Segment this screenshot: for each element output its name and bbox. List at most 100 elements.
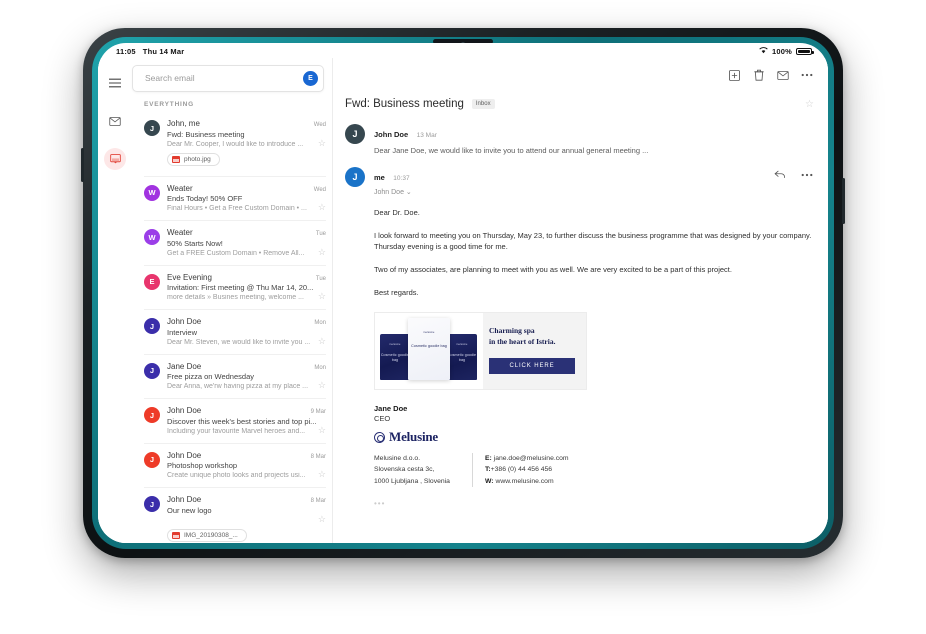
avatar: J xyxy=(144,407,160,423)
list-item-subject: Invitation: First meeting @ Thu Mar 14, … xyxy=(167,283,314,292)
status-time: 11:05 xyxy=(116,47,136,56)
list-item[interactable]: W Weater Wed Ends Today! 50% OFF Final Hours… xyxy=(138,179,332,219)
more-horizontal-icon xyxy=(801,73,812,77)
chevron-down-icon[interactable]: ⌄ xyxy=(406,189,412,196)
message-recipient[interactable]: John Doe ⌄ xyxy=(374,188,412,196)
avatar: E xyxy=(144,273,160,290)
section-label-everything: EVERYTHING xyxy=(144,101,195,108)
mark-unread-button[interactable] xyxy=(775,68,790,83)
pouch-brand-right: melusine xyxy=(456,343,468,347)
list-item-subject: Photoshop workshop xyxy=(167,461,238,470)
search-toolbar: E xyxy=(132,58,332,98)
message-more-button[interactable] xyxy=(799,167,814,182)
search-box[interactable]: E xyxy=(132,64,324,92)
avatar: J xyxy=(345,124,365,144)
signature-divider xyxy=(472,453,473,487)
rail-item-chat[interactable] xyxy=(104,148,126,170)
banner-cta-button[interactable]: CLICK HERE xyxy=(489,358,575,375)
mail-list-column: E EVERYTHING J John, me Wed Fwd: Business m… xyxy=(132,58,332,543)
message-body: Dear Dr. Doe. I look forward to meeting y… xyxy=(374,207,814,298)
list-item-preview xyxy=(167,523,315,524)
message-sender: John Doe xyxy=(374,130,409,139)
company-city: 1000 Ljubljana , Slovenia xyxy=(374,477,450,485)
tablet-device-frame: 11:05 Thu 14 Mar 100% Search email E EVE… xyxy=(81,28,845,558)
star-button[interactable]: ☆ xyxy=(318,470,326,479)
star-button[interactable]: ☆ xyxy=(318,514,326,524)
avatar: W xyxy=(144,229,160,245)
star-button[interactable]: ☆ xyxy=(318,336,326,346)
star-button[interactable]: ☆ xyxy=(318,138,326,148)
list-item[interactable]: E Eve Evening Tue Invitation: First meeting… xyxy=(138,268,332,308)
status-date: Thu 14 Mar xyxy=(142,47,185,56)
chat-bubble-icon xyxy=(109,154,121,164)
more-horizontal-icon xyxy=(801,173,812,176)
mail-list[interactable]: J John, me Wed Fwd: Business meeting Dear Mr… xyxy=(132,114,332,543)
star-button[interactable]: ☆ xyxy=(318,247,326,257)
reader-toolbar xyxy=(333,58,828,92)
list-item-date: Wed xyxy=(313,122,326,128)
star-thread-button[interactable]: ☆ xyxy=(805,99,814,110)
list-divider xyxy=(144,487,326,488)
list-divider xyxy=(144,264,326,266)
archive-button[interactable] xyxy=(727,68,742,83)
avatar: J xyxy=(144,496,160,512)
hamburger-menu-icon xyxy=(109,78,121,88)
message-preview: Dear Jane Doe, we would like to invite y… xyxy=(374,146,649,155)
pouch-label-center: Cosmetic goodie bag xyxy=(411,344,447,349)
envelope-icon xyxy=(109,116,121,126)
list-item-subject: Fwd: Business meeting xyxy=(167,129,245,139)
more-options-button[interactable] xyxy=(799,68,814,83)
reading-pane: Fwd: Business meeting Inbox ☆ J John Doe xyxy=(332,58,828,543)
signature-web[interactable]: www.melusine.com xyxy=(495,478,553,485)
list-item[interactable]: J Jane Doe Mon Free pizza on Wednesday Dear … xyxy=(138,357,332,397)
promo-banner[interactable]: melusine Cosmetic goodie bag melusine Co… xyxy=(374,312,587,391)
list-item[interactable]: J John, me Wed Fwd: Business meeting Dear Mr… xyxy=(138,114,332,174)
list-item-subject: Discover this week's best stories and to… xyxy=(167,416,317,426)
signature-email[interactable]: jane.doe@melusine.com xyxy=(494,455,569,462)
envelope-icon xyxy=(776,70,789,80)
show-trimmed-content-button[interactable]: ••• xyxy=(374,499,814,508)
list-item[interactable]: J John Doe 8 Mar Our new logo ☆ IMG_20190308_… xyxy=(138,490,332,543)
list-item-preview: Get a FREE Custom Domain • Remove All... xyxy=(167,249,305,257)
list-item-subject: Our new logo xyxy=(167,505,212,515)
list-item-subject: 50% Starts Now! xyxy=(167,238,223,248)
list-item-preview: more details » Busines meeting, welcome … xyxy=(167,294,304,301)
page-title: Fwd: Business meeting xyxy=(345,98,464,110)
attachment-name: photo.jpg xyxy=(184,155,211,163)
power-button[interactable] xyxy=(842,178,845,224)
list-item[interactable]: J John Doe Mon Interview Dear Mr. Steven, we… xyxy=(138,312,332,352)
list-item-preview: Dear Mr. Steven, we would like to invite… xyxy=(167,338,311,346)
hamburger-menu-button[interactable] xyxy=(104,72,126,94)
message-paragraph: Best regards. xyxy=(374,287,419,297)
list-item[interactable]: W Weater Tue 50% Starts Now! Get a FREE Cust… xyxy=(138,223,332,263)
star-button[interactable]: ☆ xyxy=(318,292,326,301)
star-button[interactable]: ☆ xyxy=(318,381,326,390)
attachment-chip[interactable]: photo.jpg xyxy=(167,152,220,166)
banner-copy: Charming spa in the heart of Istria. CLI… xyxy=(483,313,586,389)
list-item-sender: John Doe xyxy=(167,495,202,504)
melusine-logo-icon xyxy=(374,431,385,443)
pouch-label-left: Cosmetic goodie bag xyxy=(380,353,410,363)
reply-button[interactable] xyxy=(772,167,787,182)
user-avatar[interactable]: E xyxy=(303,70,318,86)
list-item-date: Tue xyxy=(315,275,326,282)
product-pouch-right: melusine Cosmetic goodie bag xyxy=(447,334,477,381)
list-item[interactable]: J John Doe 8 Mar Photoshop workshop Create u… xyxy=(138,446,332,486)
list-item-subject: Ends Today! 50% OFF xyxy=(167,194,243,203)
delete-button[interactable] xyxy=(751,68,766,83)
list-item[interactable]: J John Doe 9 Mar Discover this week's best … xyxy=(138,401,332,441)
signature-address: Melusine d.o.o. Slovenska cesta 3c, 1000… xyxy=(374,453,472,487)
star-button[interactable]: ☆ xyxy=(318,203,326,212)
list-divider xyxy=(144,309,326,310)
search-input[interactable] xyxy=(145,73,303,83)
star-button[interactable]: ☆ xyxy=(318,425,326,435)
list-item-sender: Eve Evening xyxy=(167,272,212,282)
volume-button[interactable] xyxy=(81,148,84,182)
attachment-chip[interactable]: IMG_20190308_... xyxy=(167,528,247,542)
list-item-date: 8 Mar xyxy=(310,498,326,504)
list-divider xyxy=(144,353,326,355)
rail-item-mail[interactable] xyxy=(104,110,126,132)
collapsed-message[interactable]: J John Doe 13 Mar Dear Jane Doe, we woul… xyxy=(345,118,814,163)
open-message: J me 10:37 John Doe ⌄ Dear Dr. Doe. I lo… xyxy=(345,163,814,508)
list-item-sender: John, me xyxy=(167,119,200,128)
